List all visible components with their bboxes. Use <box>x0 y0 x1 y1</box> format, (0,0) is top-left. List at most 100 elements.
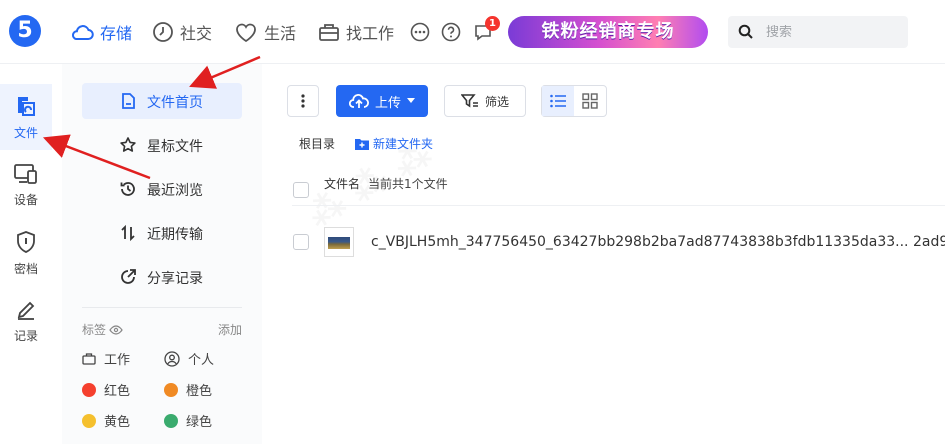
tag-work[interactable]: 工作 <box>82 349 130 368</box>
tag-personal-label: 个人 <box>188 353 215 368</box>
file-name[interactable]: c_VBJLH5mh_347756450_63427bb298b2ba7ad87… <box>371 234 945 250</box>
star-icon <box>120 137 136 152</box>
tag-red-dot <box>82 382 96 397</box>
sidebar-item-recent[interactable]: 最近浏览 <box>82 171 242 207</box>
sidebar-item-starred[interactable]: 星标文件 <box>82 127 242 163</box>
filter-button[interactable]: 筛选 <box>444 85 526 117</box>
view-toggle <box>541 85 607 117</box>
breadcrumb-root[interactable]: 根目录 <box>299 135 335 152</box>
nav-jobs[interactable]: 找工作 <box>318 19 394 45</box>
filter-label: 筛选 <box>484 94 509 109</box>
tag-yellow[interactable]: 黄色 <box>82 411 130 430</box>
notification-badge: 1 <box>485 16 500 31</box>
tags-title: 标签 <box>82 323 107 337</box>
left-rail: 文件 设备 密档 记录 <box>0 64 52 444</box>
column-name-header[interactable]: 文件名 <box>324 175 360 192</box>
more-vertical-icon <box>301 94 305 108</box>
cloud-icon <box>72 25 94 40</box>
rail-item-notes[interactable]: 记录 <box>0 288 52 354</box>
history-icon <box>120 182 135 196</box>
caret-down-icon <box>407 98 415 103</box>
new-folder-button[interactable]: 新建文件夹 <box>355 135 433 152</box>
top-bar: 5 存储 社交 生活 找工作 1 铁粉经销商专场 搜索 <box>0 0 945 64</box>
nav-social[interactable]: 社交 <box>152 19 212 45</box>
rail-item-files[interactable]: 文件 <box>0 84 52 150</box>
folder-add-icon <box>355 138 369 150</box>
file-count: 当前共1个文件 <box>368 177 448 191</box>
tag-personal[interactable]: 个人 <box>164 349 214 368</box>
rail-item-vault-label: 密档 <box>13 261 38 276</box>
transfer-icon <box>121 224 135 242</box>
tag-orange-label: 橙色 <box>186 384 213 399</box>
tag-orange[interactable]: 橙色 <box>164 380 212 399</box>
search-icon <box>738 24 753 39</box>
main-content: ⁂ ⁂ ⁂ 上传 筛选 <box>262 64 945 444</box>
sidebar-item-recent-label: 最近浏览 <box>147 183 203 199</box>
sidebar-item-home[interactable]: 文件首页 <box>82 83 242 119</box>
briefcase-icon <box>319 24 339 41</box>
app-window: 5 存储 社交 生活 找工作 1 铁粉经销商专场 搜索 文件 设备 密档 记录 … <box>0 0 945 444</box>
shield-icon <box>17 230 35 253</box>
sidebar-item-transfers[interactable]: 近期传输 <box>82 215 242 251</box>
upload-label: 上传 <box>374 95 401 111</box>
nav-storage-label: 存储 <box>100 24 133 43</box>
sidebar-item-home-label: 文件首页 <box>147 95 203 111</box>
share-icon <box>121 269 136 284</box>
file-sidebar: 文件首页 星标文件 最近浏览 近期传输 分享记录 标签 添加 工作 个人 红色 … <box>62 64 262 444</box>
file-list-header: 文件名 当前共1个文件 <box>292 174 945 206</box>
eye-icon[interactable] <box>109 324 123 336</box>
tag-work-label: 工作 <box>104 353 131 368</box>
rail-item-devices[interactable]: 设备 <box>0 152 52 218</box>
grid-view-button[interactable] <box>574 86 606 116</box>
person-icon <box>164 350 180 367</box>
tag-green-dot <box>164 413 178 428</box>
tag-yellow-dot <box>82 413 96 428</box>
tags-add-button[interactable]: 添加 <box>218 321 242 338</box>
tag-yellow-label: 黄色 <box>104 415 131 430</box>
document-icon <box>122 93 135 109</box>
tags-header: 标签 <box>82 321 123 338</box>
devices-icon <box>14 163 37 184</box>
more-icon[interactable] <box>410 22 430 42</box>
sidebar-divider <box>82 307 242 308</box>
nav-life[interactable]: 生活 <box>234 19 296 45</box>
list-view-button[interactable] <box>542 86 574 116</box>
file-icon <box>18 96 35 116</box>
tag-red[interactable]: 红色 <box>82 380 130 399</box>
rail-item-notes-label: 记录 <box>13 328 38 343</box>
upload-button[interactable]: 上传 <box>336 85 428 117</box>
tag-green[interactable]: 绿色 <box>164 411 212 430</box>
app-logo[interactable]: 5 <box>9 15 41 47</box>
sidebar-item-starred-label: 星标文件 <box>147 139 203 155</box>
grid-icon <box>582 93 598 109</box>
file-thumbnail <box>324 227 354 257</box>
rail-item-vault[interactable]: 密档 <box>0 220 52 286</box>
sidebar-item-transfers-label: 近期传输 <box>147 227 203 243</box>
heart-icon <box>236 23 256 43</box>
tag-red-label: 红色 <box>104 384 131 399</box>
search-input[interactable] <box>766 24 896 40</box>
cloud-upload-icon <box>348 94 369 108</box>
rail-item-devices-label: 设备 <box>13 192 38 207</box>
clock-icon <box>153 22 173 42</box>
tag-green-label: 绿色 <box>186 415 213 430</box>
row-checkbox[interactable] <box>293 234 309 250</box>
sidebar-item-shares[interactable]: 分享记录 <box>82 259 242 295</box>
pen-icon <box>17 301 35 320</box>
nav-storage[interactable]: 存储 <box>70 19 132 45</box>
more-actions-button[interactable] <box>287 85 319 117</box>
filter-icon <box>460 94 478 108</box>
nav-jobs-label: 找工作 <box>346 24 395 43</box>
search-box[interactable] <box>728 16 908 48</box>
select-all-checkbox[interactable] <box>293 182 309 198</box>
nav-social-label: 社交 <box>180 24 213 43</box>
new-folder-label: 新建文件夹 <box>373 137 434 151</box>
briefcase-icon <box>82 352 96 365</box>
list-icon <box>550 94 566 108</box>
tag-orange-dot <box>164 382 178 397</box>
promo-banner[interactable]: 铁粉经销商专场 <box>508 16 708 48</box>
rail-item-files-label: 文件 <box>13 125 38 140</box>
help-icon[interactable] <box>441 22 461 42</box>
table-row[interactable]: c_VBJLH5mh_347756450_63427bb298b2ba7ad87… <box>292 224 945 260</box>
nav-life-label: 生活 <box>264 24 297 43</box>
